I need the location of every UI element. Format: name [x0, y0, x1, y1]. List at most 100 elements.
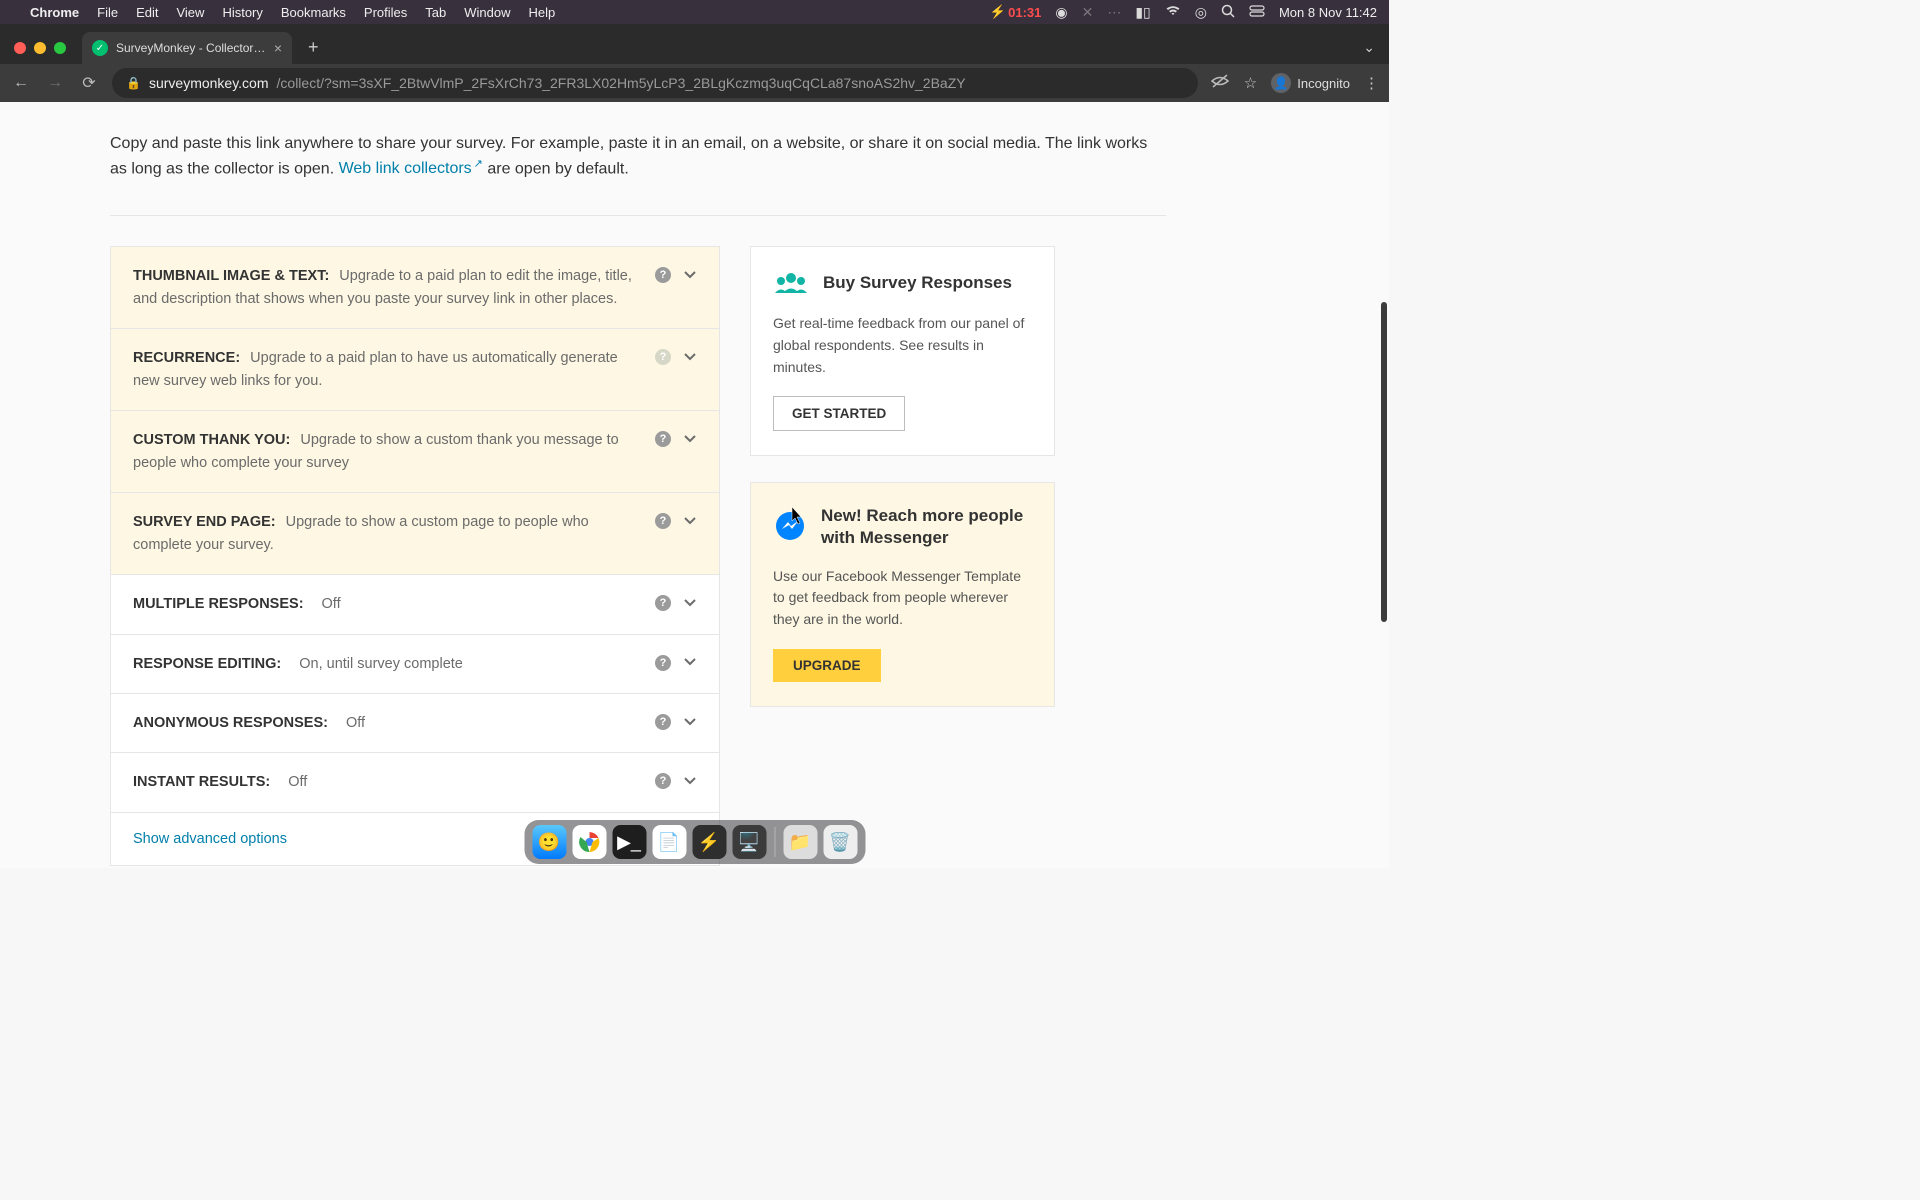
help-icon[interactable]: ? — [655, 513, 671, 529]
dock-divider — [774, 827, 775, 857]
people-icon — [773, 269, 809, 297]
external-link-icon: ↗ — [474, 156, 483, 173]
setting-label: MULTIPLE RESPONSES: — [133, 596, 304, 612]
web-link-collectors-link[interactable]: Web link collectors↗ — [339, 160, 483, 177]
setting-row[interactable]: RESPONSE EDITING: On, until survey comple… — [111, 635, 719, 694]
dock-chrome[interactable] — [572, 825, 606, 859]
chevron-down-icon[interactable] — [683, 268, 697, 283]
help-icon[interactable]: ? — [655, 714, 671, 730]
menubar-tab[interactable]: Tab — [425, 5, 446, 20]
incognito-label: Incognito — [1297, 76, 1350, 91]
battery-status[interactable]: ⚡01:31 — [990, 4, 1041, 20]
help-icon[interactable]: ? — [655, 267, 671, 283]
chevron-down-icon[interactable] — [683, 596, 697, 611]
get-started-button[interactable]: GET STARTED — [773, 396, 905, 431]
chevron-down-icon[interactable] — [683, 655, 697, 670]
setting-controls: ? — [639, 771, 697, 789]
setting-row[interactable]: THUMBNAIL IMAGE & TEXT:Upgrade to a paid… — [111, 247, 719, 329]
intro-text-2: are open by default. — [483, 160, 629, 177]
chrome-window: ✓ SurveyMonkey - Collector Det… × + ⌄ ← … — [0, 24, 1389, 868]
chevron-down-icon[interactable] — [683, 350, 697, 365]
menubar-bookmarks[interactable]: Bookmarks — [281, 5, 346, 20]
help-icon[interactable]: ? — [655, 431, 671, 447]
menubar-window[interactable]: Window — [464, 5, 510, 20]
wifi-icon[interactable] — [1165, 4, 1181, 20]
divider — [110, 215, 1166, 216]
dock-finder[interactable]: 🙂 — [532, 825, 566, 859]
promo-sidebar: Buy Survey Responses Get real-time feedb… — [750, 246, 1055, 706]
help-icon[interactable]: ? — [655, 773, 671, 789]
setting-value: On, until survey complete — [299, 656, 463, 672]
page-content: Copy and paste this link anywhere to sha… — [0, 102, 1389, 868]
setting-text: CUSTOM THANK YOU:Upgrade to show a custo… — [133, 429, 639, 474]
new-tab-button[interactable]: + — [298, 37, 329, 64]
chevron-down-icon[interactable] — [683, 432, 697, 447]
scroll-thumb[interactable] — [1381, 302, 1387, 622]
back-button[interactable]: ← — [10, 74, 32, 92]
chevron-down-icon[interactable] — [683, 774, 697, 789]
messenger-body: Use our Facebook Messenger Template to g… — [773, 566, 1032, 631]
menubar-history[interactable]: History — [222, 5, 262, 20]
url-field[interactable]: 🔒 surveymonkey.com/collect/?sm=3sXF_2Btw… — [112, 68, 1198, 98]
search-icon[interactable] — [1221, 4, 1235, 21]
bookmark-star-icon[interactable]: ☆ — [1244, 74, 1257, 92]
close-tab-icon[interactable]: × — [274, 40, 282, 56]
setting-text: SURVEY END PAGE:Upgrade to show a custom… — [133, 511, 639, 556]
menubar-app[interactable]: Chrome — [30, 5, 79, 20]
battery-icon[interactable]: ▮▯ — [1135, 4, 1150, 21]
menubar-clock[interactable]: Mon 8 Nov 11:42 — [1279, 5, 1377, 20]
setting-row[interactable]: RECURRENCE:Upgrade to a paid plan to hav… — [111, 329, 719, 411]
window-controls — [8, 42, 76, 64]
setting-row[interactable]: INSTANT RESULTS:Off? — [111, 753, 719, 812]
dock-downloads[interactable]: 📁 — [783, 825, 817, 859]
reload-button[interactable]: ⟳ — [78, 73, 100, 93]
control-center-icon[interactable] — [1249, 4, 1265, 20]
setting-controls: ? — [639, 347, 697, 365]
setting-row[interactable]: ANONYMOUS RESPONSES:Off? — [111, 694, 719, 753]
setting-controls: ? — [639, 511, 697, 529]
tab-overflow-icon[interactable]: ⌄ — [1349, 39, 1389, 64]
dock-trash[interactable]: 🗑️ — [823, 825, 857, 859]
dock-notes[interactable]: 📄 — [652, 825, 686, 859]
setting-row[interactable]: SURVEY END PAGE:Upgrade to show a custom… — [111, 493, 719, 575]
dock-app-1[interactable]: ⚡ — [692, 825, 726, 859]
menubar-file[interactable]: File — [97, 5, 118, 20]
setting-text: RESPONSE EDITING: On, until survey comple… — [133, 653, 639, 675]
status-icon-1[interactable]: ✕ — [1082, 4, 1094, 21]
url-path: /collect/?sm=3sXF_2BtwVlmP_2FsXrCh73_2FR… — [277, 75, 966, 91]
buy-responses-card: Buy Survey Responses Get real-time feedb… — [750, 246, 1055, 456]
spotlight-icon[interactable]: ◎ — [1195, 4, 1207, 21]
setting-text: MULTIPLE RESPONSES: Off — [133, 593, 639, 615]
maximize-window-button[interactable] — [54, 42, 66, 54]
address-bar: ← → ⟳ 🔒 surveymonkey.com/collect/?sm=3sX… — [0, 64, 1389, 102]
browser-tab[interactable]: ✓ SurveyMonkey - Collector Det… × — [82, 32, 292, 64]
setting-row[interactable]: MULTIPLE RESPONSES: Off? — [111, 575, 719, 634]
setting-label: RESPONSE EDITING: — [133, 656, 281, 672]
help-icon[interactable]: ? — [655, 595, 671, 611]
chevron-down-icon[interactable] — [683, 715, 697, 730]
buy-responses-body: Get real-time feedback from our panel of… — [773, 313, 1032, 378]
menubar-edit[interactable]: Edit — [136, 5, 158, 20]
menubar-help[interactable]: Help — [529, 5, 556, 20]
setting-row[interactable]: CUSTOM THANK YOU:Upgrade to show a custo… — [111, 411, 719, 493]
help-icon[interactable]: ? — [655, 655, 671, 671]
upgrade-button[interactable]: UPGRADE — [773, 649, 881, 682]
help-icon[interactable]: ? — [655, 349, 671, 365]
toggl-icon[interactable]: ◉ — [1055, 4, 1067, 21]
dock-terminal[interactable]: ▶_ — [612, 825, 646, 859]
status-icon-2[interactable]: ⋯ — [1107, 4, 1121, 21]
forward-button[interactable]: → — [44, 74, 66, 92]
setting-label: THUMBNAIL IMAGE & TEXT: — [133, 268, 329, 284]
menubar-profiles[interactable]: Profiles — [364, 5, 407, 20]
menubar-view[interactable]: View — [176, 5, 204, 20]
eye-blocked-icon[interactable] — [1210, 73, 1230, 93]
close-window-button[interactable] — [14, 42, 26, 54]
dock-app-2[interactable]: 🖥️ — [732, 825, 766, 859]
messenger-title: New! Reach more people with Messenger — [821, 505, 1032, 549]
setting-controls: ? — [639, 265, 697, 283]
minimize-window-button[interactable] — [34, 42, 46, 54]
setting-value: Off — [322, 596, 341, 612]
scrollbar[interactable] — [1379, 102, 1389, 868]
chrome-menu-icon[interactable]: ⋮ — [1364, 74, 1379, 92]
chevron-down-icon[interactable] — [683, 514, 697, 529]
